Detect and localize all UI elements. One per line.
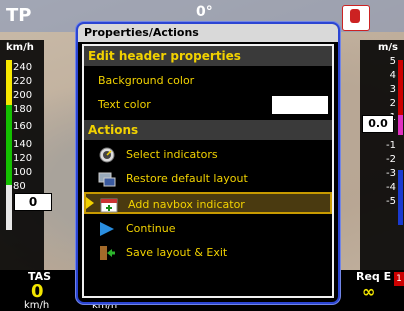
play-icon [100,222,114,236]
add-navbox-item[interactable]: Add navbox indicator [84,192,332,214]
select-indicators-item[interactable]: Select indicators [84,144,332,166]
properties-dialog: Properties/Actions Edit header propertie… [76,22,340,304]
speed-tick: 80 [13,181,26,192]
section-actions: Actions [84,120,332,140]
speed-tick: 180 [13,104,33,115]
background-color-item[interactable]: Background color [84,70,332,92]
aircraft-icon[interactable] [342,5,370,31]
req-badge: 1 [394,272,404,286]
vario-tick: -1 [386,140,396,151]
vario-value-box: 0.0 [362,115,394,133]
req-value: ∞ [362,282,376,301]
vario-tick: 4 [389,70,396,81]
speed-tick: 120 [13,153,33,164]
action-label: Add navbox indicator [128,198,245,211]
speed-unit: km/h [6,42,34,53]
speed-tick: 100 [13,167,33,178]
section-edit-header: Edit header properties [84,46,332,66]
continue-item[interactable]: Continue [84,218,332,240]
restore-layout-icon [98,172,116,187]
restore-layout-item[interactable]: Restore default layout [84,168,332,190]
vario-tick: 3 [389,84,396,95]
speed-value-box: 0 [14,193,52,211]
action-label: Select indicators [126,148,218,161]
speed-gauge: km/h 240 220 200 180 160 140 120 100 80 [0,40,44,272]
vario-gauge: m/s 5 4 3 2 1 -1 -2 -3 -4 -5 [360,40,404,272]
speed-tick: 140 [13,139,33,150]
text-color-item[interactable]: Text color [84,94,332,116]
action-label: Restore default layout [126,172,248,185]
tas-unit: km/h [24,300,50,311]
calendar-add-icon [100,198,118,213]
dialog-title: Properties/Actions [78,24,338,42]
exit-icon [100,246,115,260]
save-exit-item[interactable]: Save layout & Exit [84,242,332,264]
gauge-icon [99,147,115,163]
speed-tick: 200 [13,90,33,101]
heading-readout: 0° [196,4,213,20]
selection-arrow-icon [86,197,94,209]
background-color-label: Background color [98,74,195,87]
vario-tick: 5 [389,56,396,67]
vario-tick: -5 [386,196,396,207]
vario-unit: m/s [377,42,398,53]
tas-value: 0 [31,281,44,302]
vario-tick: -3 [386,168,396,179]
vario-tick: 2 [389,98,396,109]
vario-tick: -4 [386,182,396,193]
dialog-body: Edit header properties Background color … [82,44,334,298]
speed-tick: 240 [13,62,33,73]
action-label: Continue [126,222,176,235]
vario-tick: -2 [386,154,396,165]
text-color-swatch[interactable] [272,96,328,114]
text-color-label: Text color [98,98,151,111]
speed-tick: 220 [13,76,33,87]
speed-tick: 160 [13,121,33,132]
brand-text: TP [6,5,32,26]
action-label: Save layout & Exit [126,246,228,259]
